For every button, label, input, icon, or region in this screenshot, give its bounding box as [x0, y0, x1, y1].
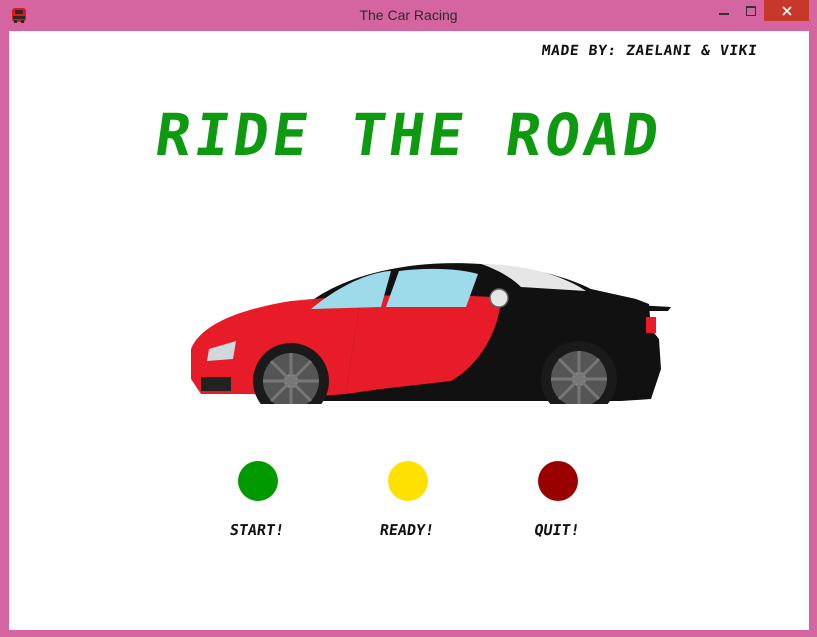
ready-button[interactable]: READY! — [347, 461, 467, 551]
start-button[interactable]: START! — [197, 461, 317, 551]
start-label[interactable]: START! — [196, 521, 319, 539]
minimize-icon — [719, 12, 729, 15]
ready-indicator[interactable] — [388, 461, 428, 501]
close-icon — [781, 5, 792, 16]
maximize-icon — [745, 5, 756, 16]
start-indicator[interactable] — [238, 461, 278, 501]
sports-car-image — [191, 263, 671, 404]
game-menu-panel: MADE BY: ZAELANI & VIKI RIDE THE ROAD ST… — [9, 31, 809, 630]
quit-label[interactable]: QUIT! — [496, 521, 619, 539]
game-headline: RIDE THE ROAD — [151, 101, 667, 169]
close-button[interactable] — [764, 0, 809, 21]
ready-label[interactable]: READY! — [346, 521, 469, 539]
maximize-button[interactable] — [737, 0, 764, 21]
minimize-button[interactable] — [711, 0, 737, 21]
quit-button[interactable]: QUIT! — [497, 461, 617, 551]
window-title: The Car Racing — [359, 7, 458, 23]
title-bar[interactable]: The Car Racing — [0, 0, 817, 31]
app-window: The Car Racing MADE BY: ZAELANI & VIKI R… — [0, 0, 817, 637]
credits-text: MADE BY: ZAELANI & VIKI — [540, 43, 758, 59]
quit-indicator[interactable] — [538, 461, 578, 501]
